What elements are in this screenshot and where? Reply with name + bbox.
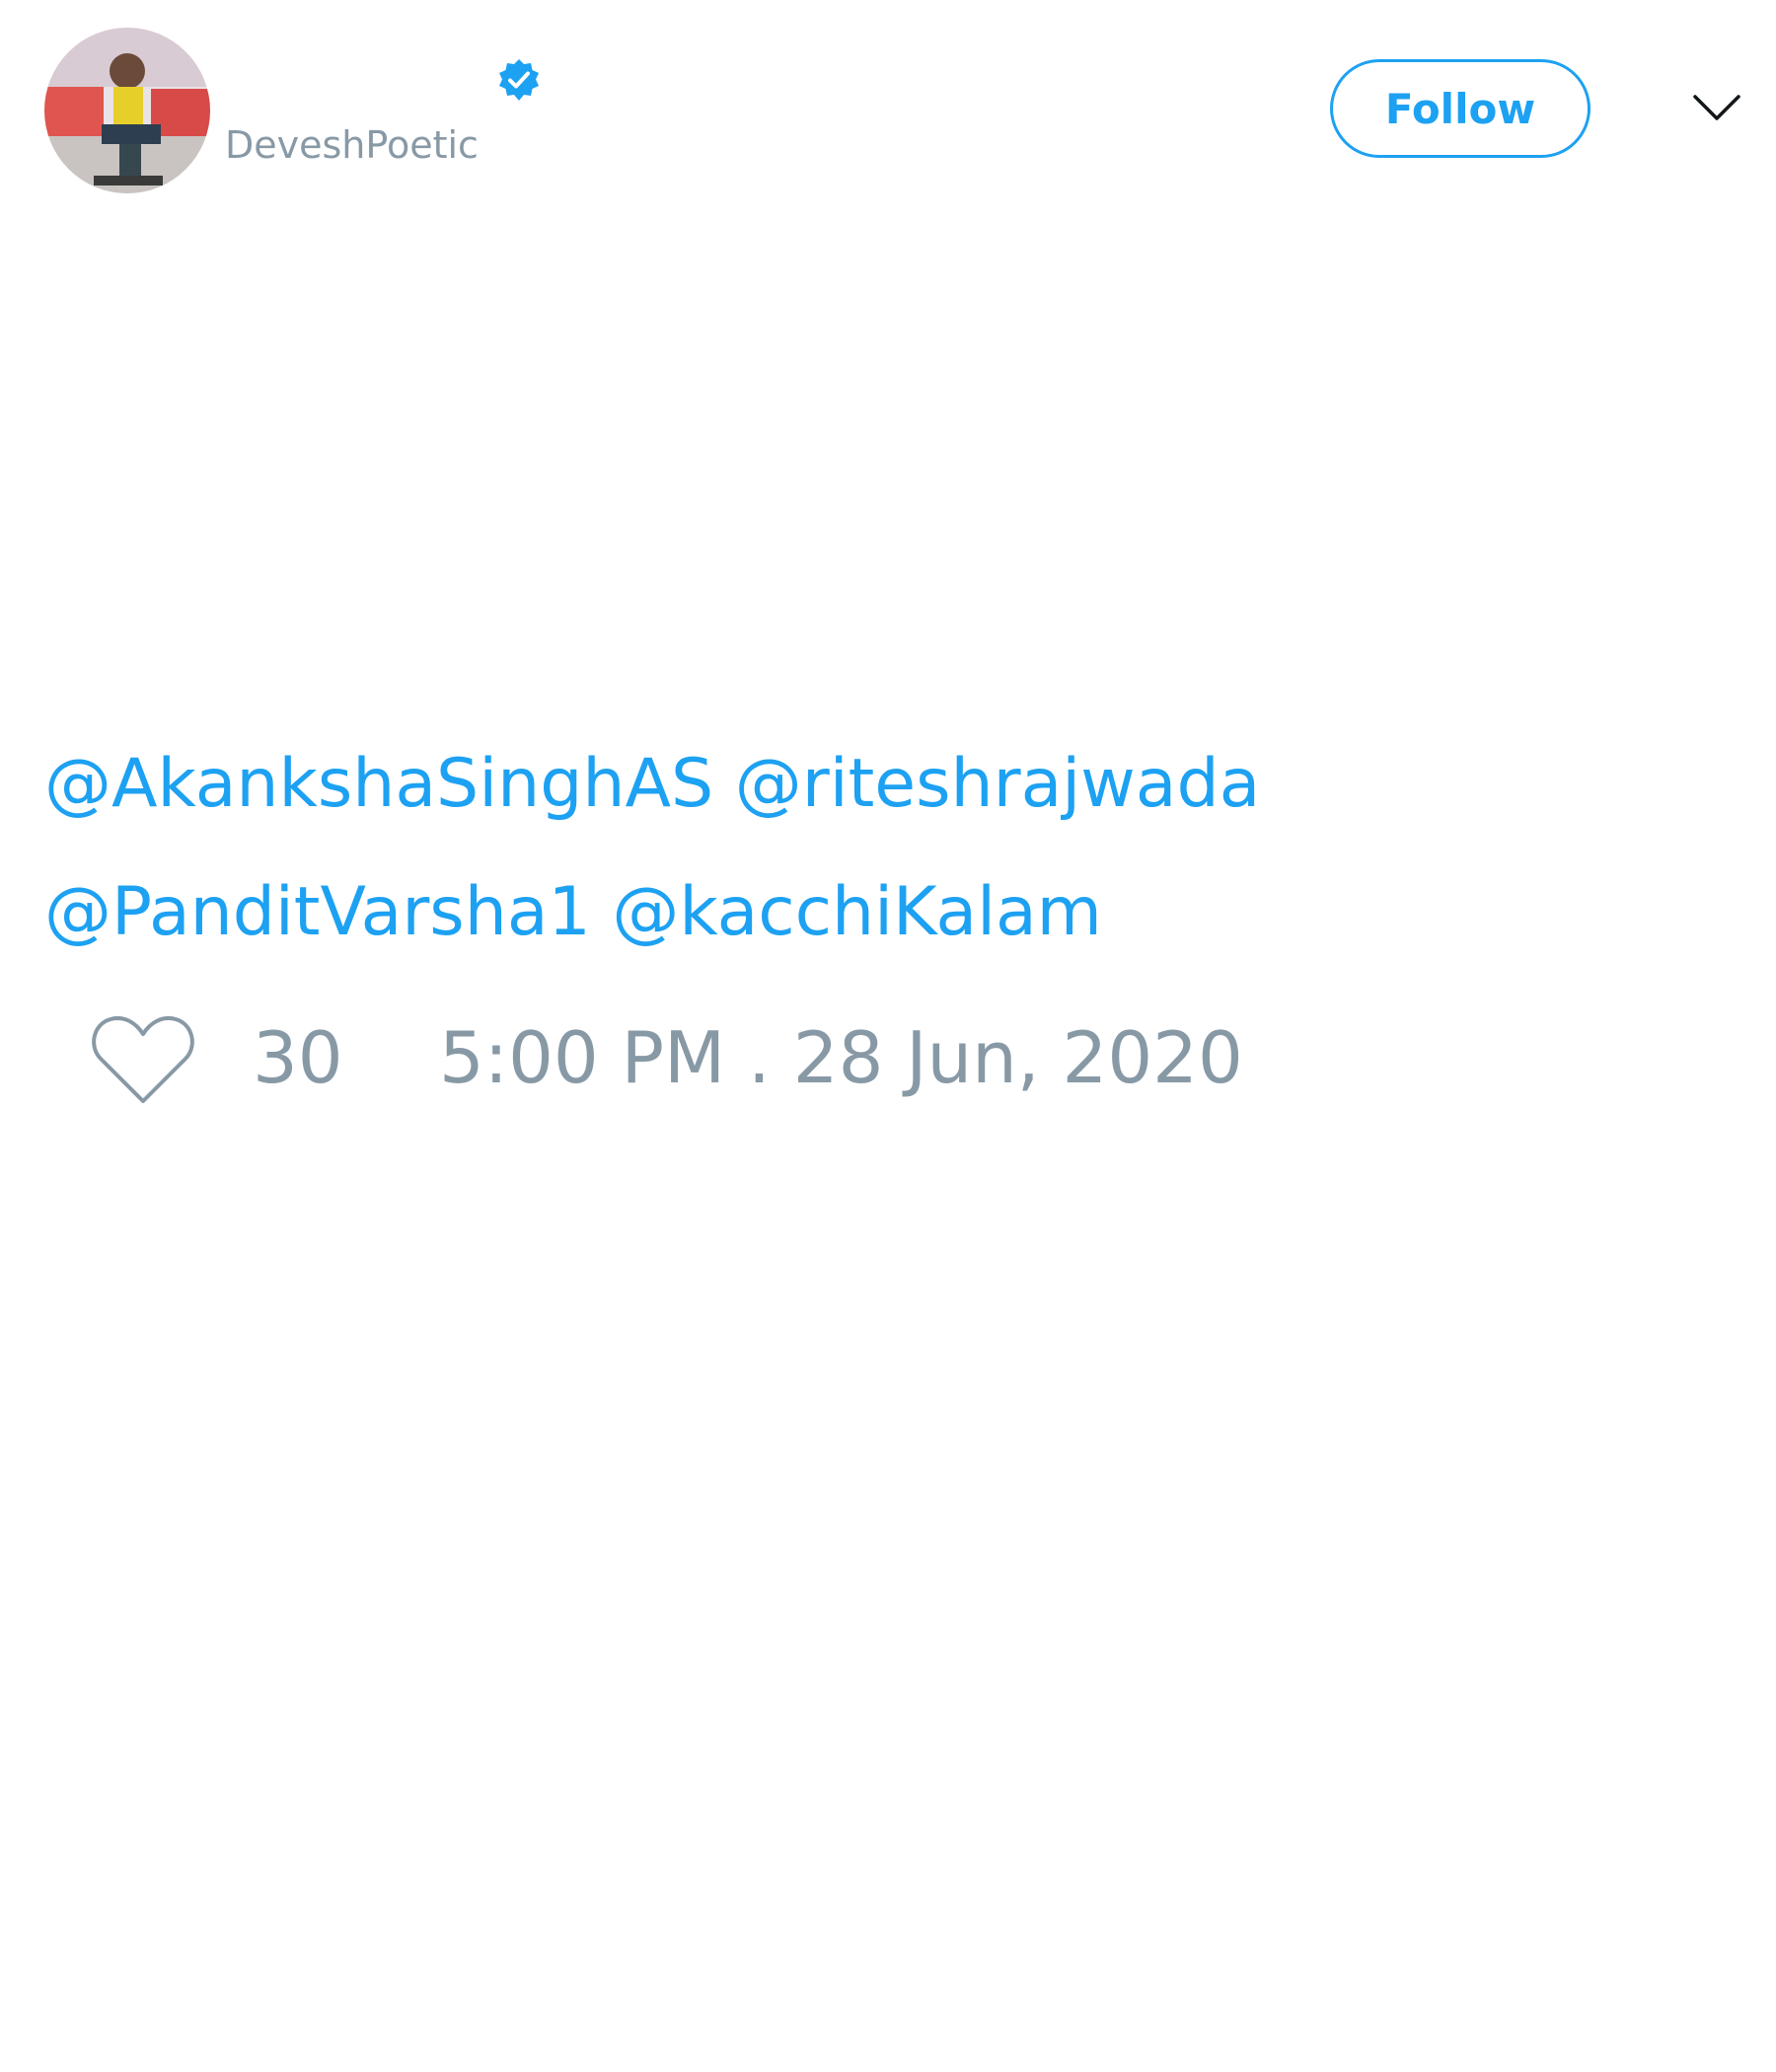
verified-badge-icon (499, 59, 539, 101)
avatar[interactable] (44, 28, 210, 193)
timestamp[interactable]: 5:00 PM . 28 Jun, 2020 (439, 1022, 1243, 1093)
mention-link[interactable]: @AkankshaSinghAS (44, 745, 713, 823)
tweet-text: @AkankshaSinghAS @riteshrajwada @PanditV… (44, 720, 1722, 977)
mention-link[interactable]: @PanditVarsha1 (44, 873, 591, 951)
like-count: 30 (253, 1016, 343, 1099)
follow-button[interactable]: Follow (1330, 59, 1591, 158)
heart-icon[interactable] (91, 1014, 195, 1105)
avatar-photo-icon (44, 28, 210, 193)
mention-link[interactable]: @kacchiKalam (612, 873, 1102, 951)
mention-link[interactable]: @riteshrajwada (735, 745, 1261, 823)
chevron-down-icon[interactable] (1689, 89, 1744, 128)
tweet-card: DeveshPoetic Follow @AkankshaSinghAS @ri… (0, 0, 1776, 2072)
username[interactable]: DeveshPoetic (225, 126, 479, 164)
